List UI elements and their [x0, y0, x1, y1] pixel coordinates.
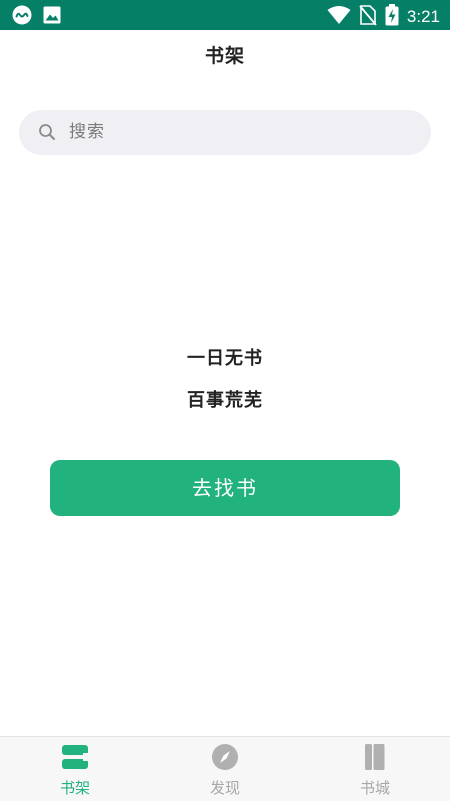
no-sim-icon [359, 4, 377, 30]
search-icon [38, 123, 56, 145]
tab-discover[interactable]: 发现 [150, 737, 300, 801]
clock-time: 3:21 [406, 7, 440, 26]
search-bar[interactable]: 搜索 [19, 110, 431, 155]
tab-label: 发现 [209, 779, 240, 797]
empty-state-line-2: 百事荒芜 [187, 390, 263, 411]
battery-charging-icon [385, 4, 399, 30]
status-bar: 3:21 [0, 0, 450, 30]
tab-label: 书架 [59, 779, 90, 797]
app-notification-icon [12, 5, 32, 29]
search-input[interactable]: 搜索 [69, 110, 105, 155]
bookshelf-icon [61, 743, 89, 771]
empty-state-line-1: 一日无书 [187, 348, 263, 369]
tab-bookshelf[interactable]: 书架 [0, 737, 150, 801]
page-title: 书架 [204, 45, 245, 67]
book-icon [361, 743, 389, 771]
tab-label: 书城 [359, 779, 390, 797]
wifi-icon [327, 5, 351, 29]
image-notification-icon [43, 6, 61, 28]
bottom-nav: 书架 发现 书城 [0, 736, 450, 801]
find-books-button[interactable]: 去找书 [50, 460, 400, 516]
tab-bookstore[interactable]: 书城 [300, 737, 450, 801]
compass-icon [211, 743, 239, 771]
